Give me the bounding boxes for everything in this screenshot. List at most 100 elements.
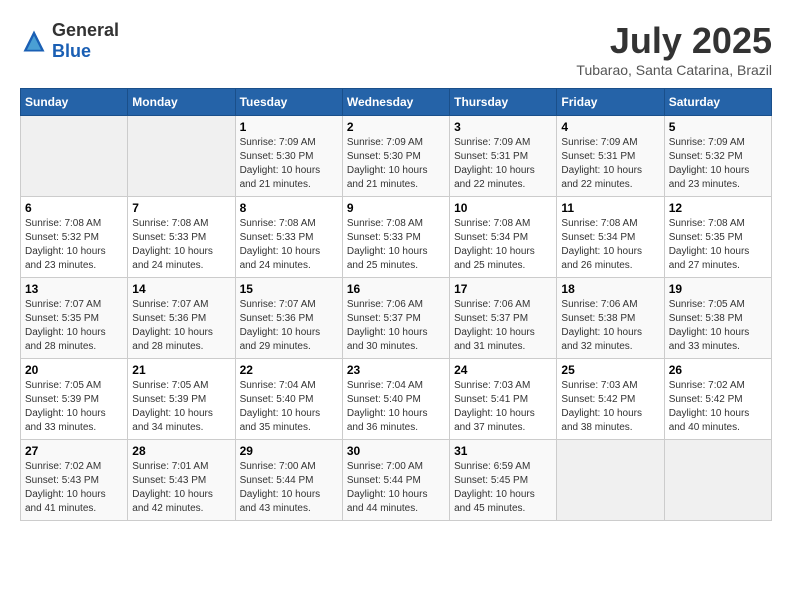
calendar-cell (128, 116, 235, 197)
day-number: 14 (132, 282, 230, 296)
day-info: Sunrise: 7:03 AMSunset: 5:42 PMDaylight:… (561, 379, 659, 435)
calendar-cell: 29 Sunrise: 7:00 AMSunset: 5:44 PMDayligh… (235, 440, 342, 521)
day-info: Sunrise: 7:06 AMSunset: 5:38 PMDaylight:… (561, 298, 659, 354)
day-number: 4 (561, 120, 659, 134)
day-number: 12 (669, 201, 767, 215)
calendar-cell: 11 Sunrise: 7:08 AMSunset: 5:34 PMDayligh… (557, 197, 664, 278)
day-info: Sunrise: 7:08 AMSunset: 5:35 PMDaylight:… (669, 217, 767, 273)
day-number: 8 (240, 201, 338, 215)
calendar-cell: 27 Sunrise: 7:02 AMSunset: 5:43 PMDayligh… (21, 440, 128, 521)
day-number: 9 (347, 201, 445, 215)
day-number: 17 (454, 282, 552, 296)
calendar-cell: 9 Sunrise: 7:08 AMSunset: 5:33 PMDaylight… (342, 197, 449, 278)
calendar-cell: 28 Sunrise: 7:01 AMSunset: 5:43 PMDayligh… (128, 440, 235, 521)
calendar-cell: 22Sunrise: 7:04 AMSunset: 5:40 PMDayligh… (235, 359, 342, 440)
day-info: Sunrise: 7:07 AMSunset: 5:35 PMDaylight:… (25, 298, 123, 354)
calendar-cell (664, 440, 771, 521)
day-of-week-header: Friday (557, 89, 664, 116)
day-number: 15 (240, 282, 338, 296)
day-info: Sunrise: 7:05 AMSunset: 5:39 PMDaylight:… (132, 379, 230, 435)
calendar-week-row: 27 Sunrise: 7:02 AMSunset: 5:43 PMDayligh… (21, 440, 772, 521)
day-info: Sunrise: 7:08 AMSunset: 5:33 PMDaylight:… (240, 217, 338, 273)
month-year-title: July 2025 (576, 20, 772, 62)
calendar-cell: 16Sunrise: 7:06 AMSunset: 5:37 PMDayligh… (342, 278, 449, 359)
day-info: Sunrise: 7:09 AMSunset: 5:31 PMDaylight:… (561, 136, 659, 192)
day-info: Sunrise: 7:09 AMSunset: 5:30 PMDaylight:… (240, 136, 338, 192)
day-info: Sunrise: 7:07 AMSunset: 5:36 PMDaylight:… (240, 298, 338, 354)
calendar-cell: 25 Sunrise: 7:03 AMSunset: 5:42 PMDayligh… (557, 359, 664, 440)
calendar-cell: 26 Sunrise: 7:02 AMSunset: 5:42 PMDayligh… (664, 359, 771, 440)
title-section: July 2025 Tubarao, Santa Catarina, Brazi… (576, 20, 772, 78)
calendar-week-row: 6Sunrise: 7:08 AMSunset: 5:32 PMDaylight… (21, 197, 772, 278)
day-number: 23 (347, 363, 445, 377)
calendar-week-row: 20 Sunrise: 7:05 AMSunset: 5:39 PMDayligh… (21, 359, 772, 440)
day-of-week-header: Monday (128, 89, 235, 116)
logo-blue: Blue (52, 41, 91, 61)
day-info: Sunrise: 7:00 AMSunset: 5:44 PMDaylight:… (347, 460, 445, 516)
calendar-cell: 19Sunrise: 7:05 AMSunset: 5:38 PMDayligh… (664, 278, 771, 359)
calendar-week-row: 1 Sunrise: 7:09 AMSunset: 5:30 PMDaylight… (21, 116, 772, 197)
day-info: Sunrise: 6:59 AMSunset: 5:45 PMDaylight:… (454, 460, 552, 516)
calendar-cell: 30 Sunrise: 7:00 AMSunset: 5:44 PMDayligh… (342, 440, 449, 521)
calendar-cell: 4 Sunrise: 7:09 AMSunset: 5:31 PMDaylight… (557, 116, 664, 197)
day-info: Sunrise: 7:09 AMSunset: 5:30 PMDaylight:… (347, 136, 445, 192)
day-number: 29 (240, 444, 338, 458)
day-info: Sunrise: 7:00 AMSunset: 5:44 PMDaylight:… (240, 460, 338, 516)
day-number: 26 (669, 363, 767, 377)
calendar-cell: 18 Sunrise: 7:06 AMSunset: 5:38 PMDayligh… (557, 278, 664, 359)
day-number: 2 (347, 120, 445, 134)
day-number: 25 (561, 363, 659, 377)
calendar-cell: 3 Sunrise: 7:09 AMSunset: 5:31 PMDaylight… (450, 116, 557, 197)
day-info: Sunrise: 7:02 AMSunset: 5:43 PMDaylight:… (25, 460, 123, 516)
calendar-week-row: 13Sunrise: 7:07 AMSunset: 5:35 PMDayligh… (21, 278, 772, 359)
day-number: 22 (240, 363, 338, 377)
day-info: Sunrise: 7:01 AMSunset: 5:43 PMDaylight:… (132, 460, 230, 516)
day-info: Sunrise: 7:08 AMSunset: 5:34 PMDaylight:… (561, 217, 659, 273)
day-number: 1 (240, 120, 338, 134)
day-number: 27 (25, 444, 123, 458)
calendar-header-row: SundayMondayTuesdayWednesdayThursdayFrid… (21, 89, 772, 116)
day-info: Sunrise: 7:09 AMSunset: 5:31 PMDaylight:… (454, 136, 552, 192)
calendar-cell: 21 Sunrise: 7:05 AMSunset: 5:39 PMDayligh… (128, 359, 235, 440)
day-of-week-header: Wednesday (342, 89, 449, 116)
day-info: Sunrise: 7:08 AMSunset: 5:33 PMDaylight:… (132, 217, 230, 273)
day-number: 31 (454, 444, 552, 458)
day-info: Sunrise: 7:08 AMSunset: 5:33 PMDaylight:… (347, 217, 445, 273)
day-number: 10 (454, 201, 552, 215)
calendar-cell: 24Sunrise: 7:03 AMSunset: 5:41 PMDayligh… (450, 359, 557, 440)
calendar-cell: 20Sunrise: 7:05 AMSunset: 5:39 PMDayligh… (21, 359, 128, 440)
day-info: Sunrise: 7:02 AMSunset: 5:42 PMDaylight:… (669, 379, 767, 435)
calendar-cell: 7Sunrise: 7:08 AMSunset: 5:33 PMDaylight… (128, 197, 235, 278)
day-number: 5 (669, 120, 767, 134)
logo: General Blue (20, 20, 119, 62)
calendar-cell: 2 Sunrise: 7:09 AMSunset: 5:30 PMDaylight… (342, 116, 449, 197)
day-of-week-header: Sunday (21, 89, 128, 116)
day-number: 24 (454, 363, 552, 377)
day-info: Sunrise: 7:06 AMSunset: 5:37 PMDaylight:… (454, 298, 552, 354)
day-number: 28 (132, 444, 230, 458)
calendar-cell: 5Sunrise: 7:09 AMSunset: 5:32 PMDaylight… (664, 116, 771, 197)
logo-text: General Blue (52, 20, 119, 62)
calendar-cell: 12 Sunrise: 7:08 AMSunset: 5:35 PMDayligh… (664, 197, 771, 278)
day-info: Sunrise: 7:05 AMSunset: 5:38 PMDaylight:… (669, 298, 767, 354)
calendar-cell: 31 Sunrise: 6:59 AMSunset: 5:45 PMDayligh… (450, 440, 557, 521)
location-subtitle: Tubarao, Santa Catarina, Brazil (576, 62, 772, 78)
day-info: Sunrise: 7:08 AMSunset: 5:34 PMDaylight:… (454, 217, 552, 273)
day-number: 16 (347, 282, 445, 296)
day-of-week-header: Thursday (450, 89, 557, 116)
calendar-cell: 23 Sunrise: 7:04 AMSunset: 5:40 PMDayligh… (342, 359, 449, 440)
day-number: 18 (561, 282, 659, 296)
day-of-week-header: Tuesday (235, 89, 342, 116)
calendar-cell: 6Sunrise: 7:08 AMSunset: 5:32 PMDaylight… (21, 197, 128, 278)
calendar-cell: 8 Sunrise: 7:08 AMSunset: 5:33 PMDaylight… (235, 197, 342, 278)
day-number: 21 (132, 363, 230, 377)
day-info: Sunrise: 7:07 AMSunset: 5:36 PMDaylight:… (132, 298, 230, 354)
day-info: Sunrise: 7:04 AMSunset: 5:40 PMDaylight:… (347, 379, 445, 435)
day-of-week-header: Saturday (664, 89, 771, 116)
calendar-cell (557, 440, 664, 521)
day-number: 30 (347, 444, 445, 458)
calendar-cell (21, 116, 128, 197)
day-number: 3 (454, 120, 552, 134)
day-number: 11 (561, 201, 659, 215)
day-number: 20 (25, 363, 123, 377)
